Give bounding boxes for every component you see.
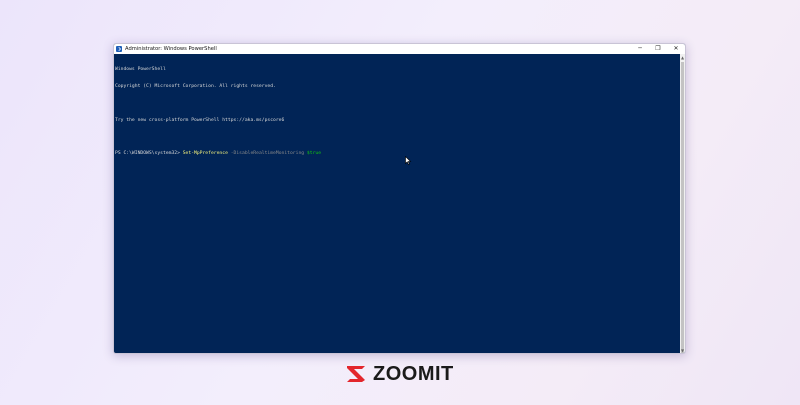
title-bar[interactable]: Administrator: Windows PowerShell ─ ❐ ✕ xyxy=(114,44,685,54)
scroll-thumb[interactable] xyxy=(681,62,684,353)
brand-name: ZOOMIT xyxy=(373,362,454,385)
powershell-window[interactable]: Administrator: Windows PowerShell ─ ❐ ✕ … xyxy=(113,43,686,354)
console-line: Copyright (C) Microsoft Corporation. All… xyxy=(115,83,276,89)
console-output[interactable]: Windows PowerShell Copyright (C) Microso… xyxy=(114,54,680,353)
console-line: Windows PowerShell xyxy=(115,67,166,73)
maximize-button[interactable]: ❐ xyxy=(649,44,667,54)
mouse-cursor-icon xyxy=(405,156,412,165)
vertical-scrollbar[interactable]: ▲ ▼ xyxy=(680,54,685,353)
cmdlet: Set-MpPreference xyxy=(182,151,228,157)
close-button[interactable]: ✕ xyxy=(667,44,685,54)
scroll-down-icon[interactable]: ▼ xyxy=(680,347,685,353)
command-line[interactable]: PS C:\WINDOWS\system32> Set-MpPreference… xyxy=(115,151,680,157)
parameter: -DisableRealtimeMonitoring xyxy=(230,151,305,157)
scroll-up-icon[interactable]: ▲ xyxy=(680,54,685,60)
powershell-icon xyxy=(116,46,122,52)
zoomit-logo: ZOOMIT xyxy=(345,362,454,385)
parameter-value: $true xyxy=(306,151,322,157)
prompt: PS C:\WINDOWS\system32> xyxy=(115,151,183,157)
console-line: Try the new cross-platform PowerShell ht… xyxy=(115,117,285,123)
zoomit-mark-icon xyxy=(347,366,365,382)
minimize-button[interactable]: ─ xyxy=(631,44,649,54)
window-title: Administrator: Windows PowerShell xyxy=(125,46,217,52)
window-controls: ─ ❐ ✕ xyxy=(631,44,685,54)
